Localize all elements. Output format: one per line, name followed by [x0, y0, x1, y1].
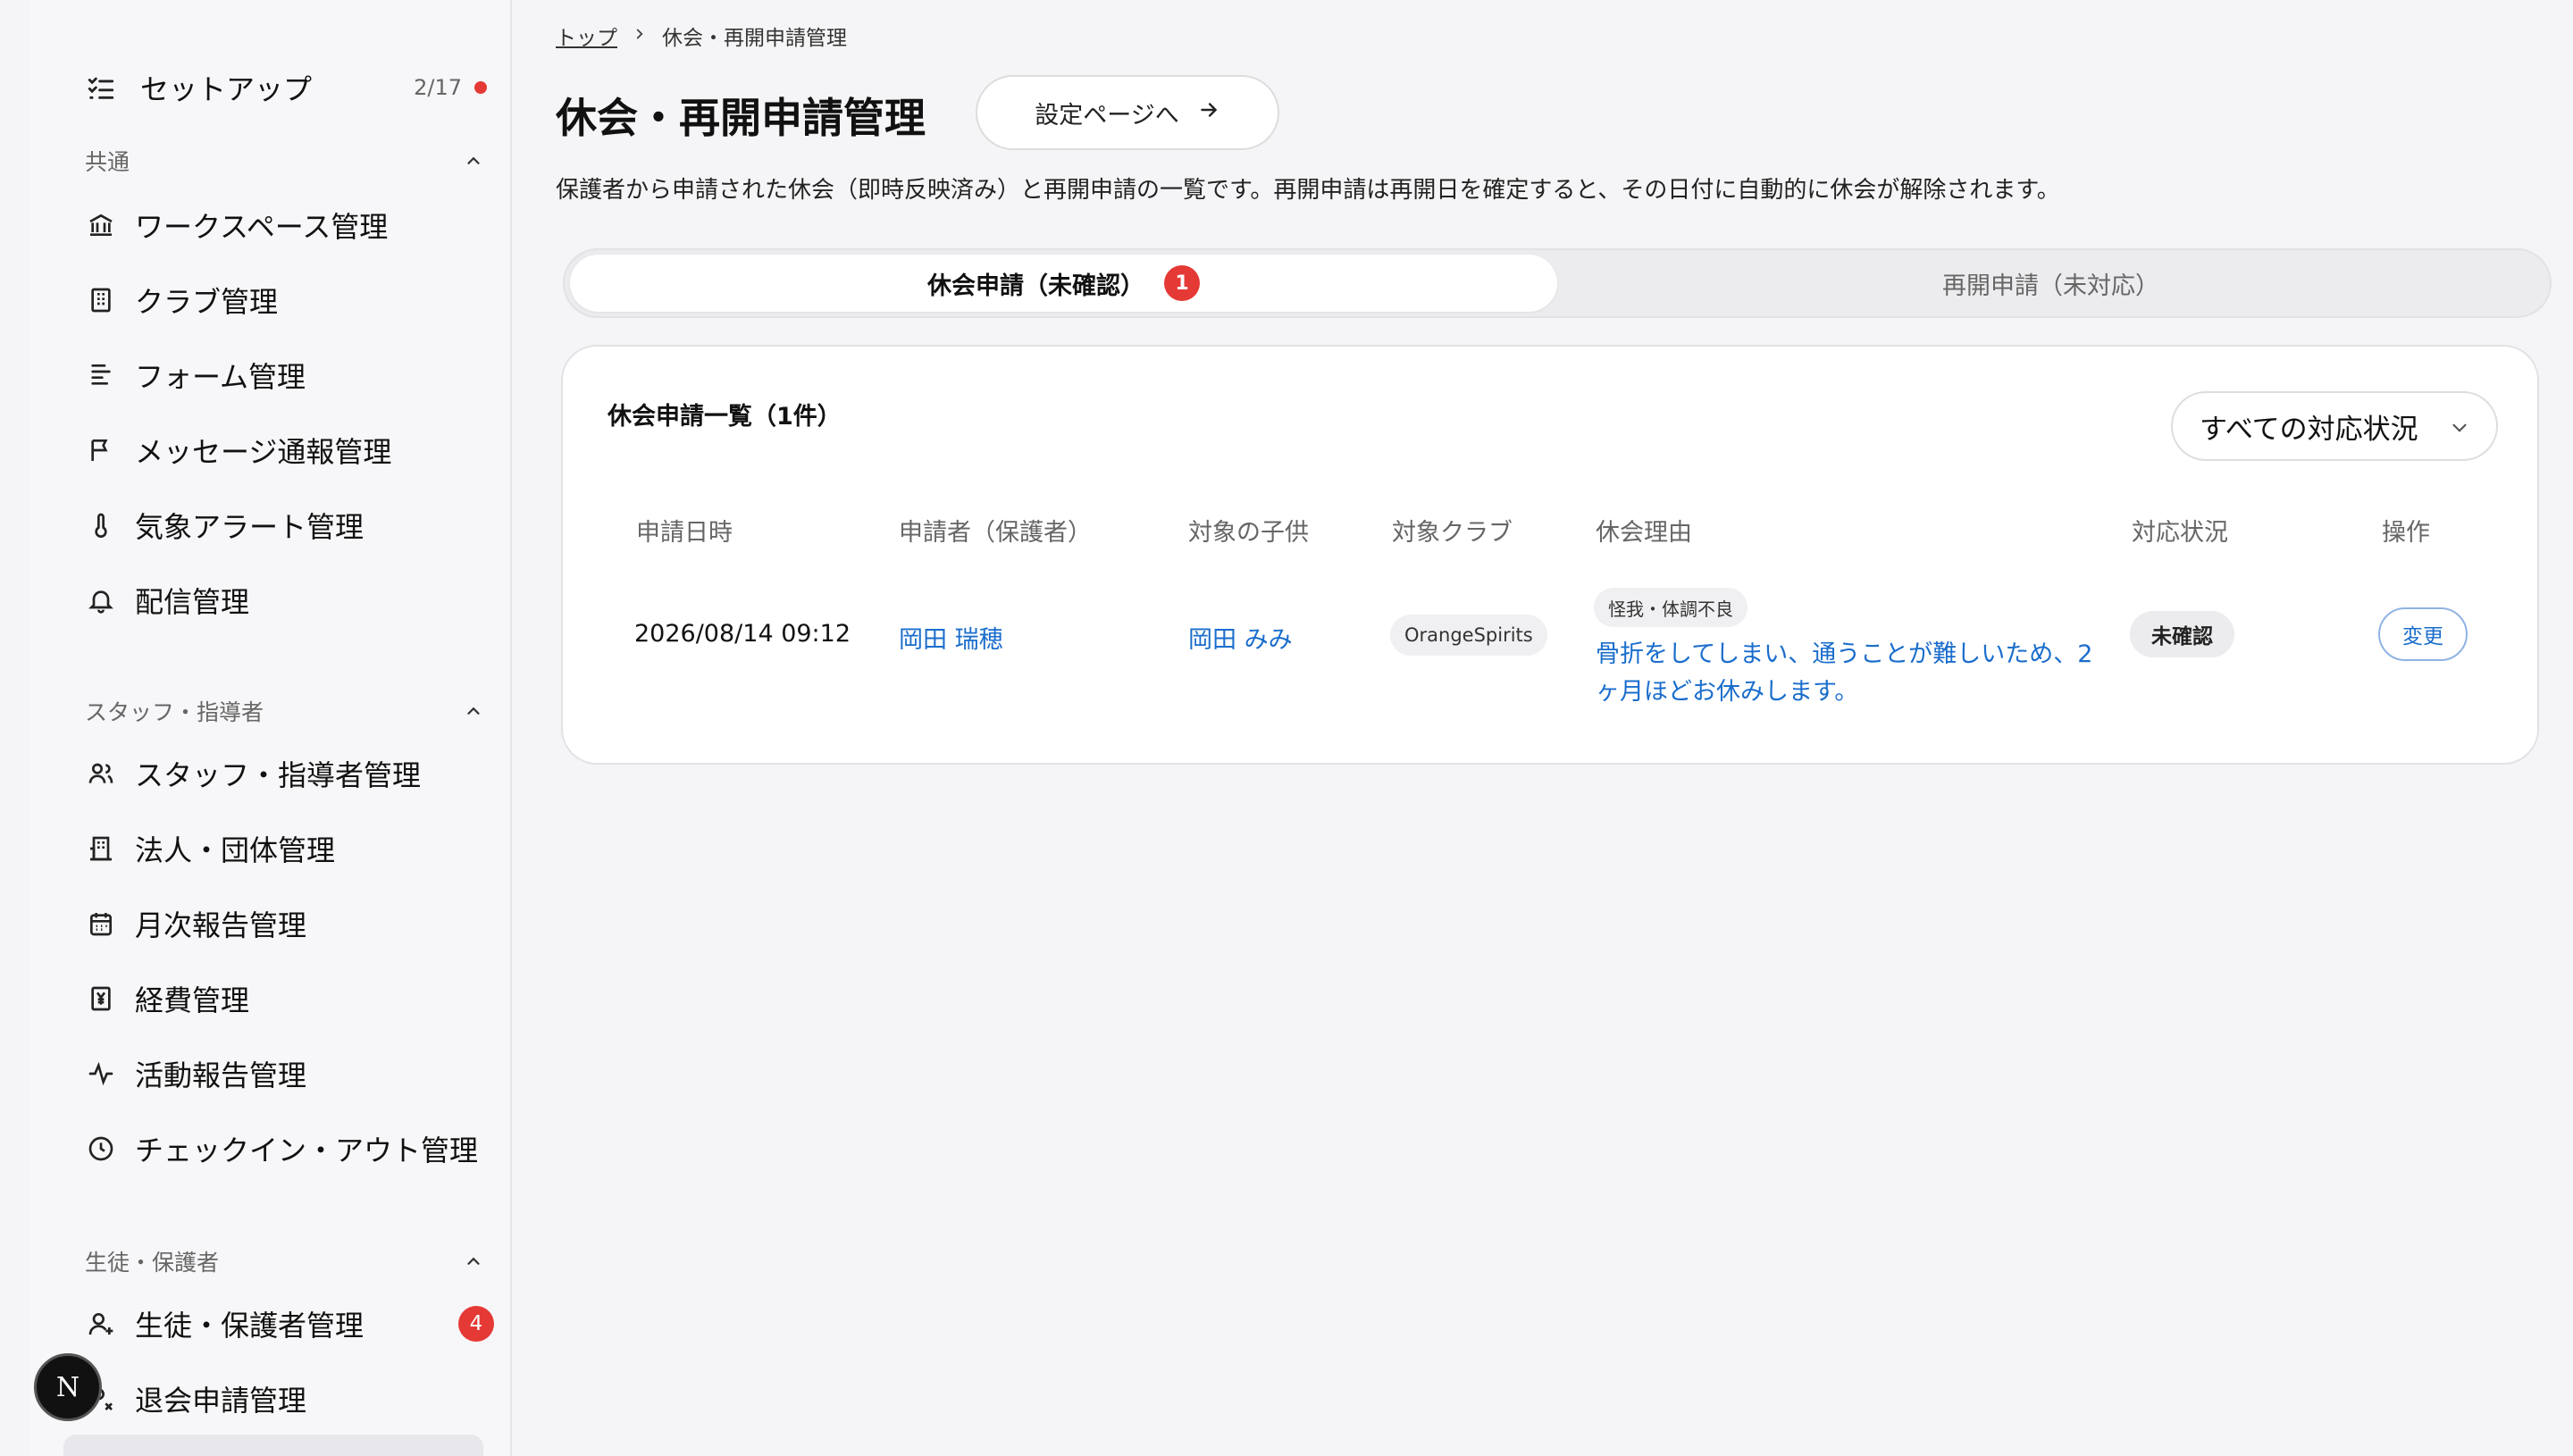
- section-header-common[interactable]: 共通: [85, 143, 487, 179]
- section-title: 共通: [85, 149, 130, 175]
- sidebar-item-monthly-report[interactable]: 月次報告管理: [83, 897, 503, 950]
- settings-button-label: 設定ページへ: [1035, 101, 1179, 130]
- sidebar-item-message-report[interactable]: メッセージ通報管理: [83, 423, 503, 477]
- suspension-list-card: 休会申請一覧（1件） すべての対応状況 申請日時 申請者（保護者） 対象の子供 …: [561, 345, 2539, 765]
- sidebar-active-item[interactable]: [63, 1435, 483, 1456]
- sidebar-item-label: 経費管理: [135, 983, 250, 1017]
- change-button[interactable]: 変更: [2378, 607, 2468, 661]
- section-title: 生徒・保護者: [85, 1250, 220, 1276]
- sidebar-item-delivery[interactable]: 配信管理: [83, 573, 503, 627]
- sidebar-item-label: 退会申請管理: [135, 1384, 307, 1418]
- chevron-right-icon: [632, 24, 648, 47]
- tab-suspension-requests[interactable]: 休会申請（未確認） 1: [570, 255, 1557, 312]
- sidebar-item-workspace[interactable]: ワークスペース管理: [83, 198, 503, 252]
- chevron-up-icon[interactable]: [460, 147, 487, 174]
- tab-resume-requests[interactable]: 再開申請（未対応）: [1557, 255, 2544, 312]
- breadcrumb: トップ 休会・再開申請管理: [556, 20, 847, 52]
- column-header: 休会理由: [1596, 519, 1692, 547]
- column-header: 対象クラブ: [1392, 519, 1513, 547]
- sidebar-item-label: 生徒・保護者管理: [135, 1309, 365, 1343]
- sidebar-item-withdrawal[interactable]: 退会申請管理: [83, 1372, 503, 1426]
- sidebar-item-staff[interactable]: スタッフ・指導者管理: [83, 747, 503, 800]
- request-date: 2026/08/14 09:12: [634, 620, 851, 648]
- checklist-icon: [83, 70, 119, 105]
- sidebar-item-label: 法人・団体管理: [135, 833, 336, 867]
- sidebar-item-label: クラブ管理: [135, 285, 279, 319]
- office-icon: [83, 831, 119, 866]
- sidebar-item-label: 活動報告管理: [135, 1059, 307, 1092]
- sidebar-item-label: 気象アラート管理: [135, 510, 365, 544]
- chevron-up-icon[interactable]: [460, 698, 487, 724]
- sidebar-item-label: チェックイン・アウト管理: [135, 1134, 479, 1167]
- arrow-right-icon: [1197, 98, 1220, 128]
- column-header: 操作: [2382, 519, 2430, 547]
- column-header: 対応状況: [2132, 519, 2228, 547]
- sidebar: セットアップ 2/17 共通 ワークスペース管理 クラブ管理 フォーム管理 メッ…: [29, 0, 512, 1456]
- sidebar-item-weather-alert[interactable]: 気象アラート管理: [83, 498, 503, 552]
- activity-icon: [83, 1056, 119, 1092]
- sidebar-item-activity-report[interactable]: 活動報告管理: [83, 1047, 503, 1100]
- sidebar-item-label: ワークスペース管理: [135, 210, 389, 244]
- bell-icon: [83, 582, 119, 618]
- flag-icon: [83, 432, 119, 468]
- tab-label: 休会申請（未確認）: [927, 272, 1144, 300]
- notification-badge: 4: [458, 1306, 494, 1342]
- list-title: 休会申請一覧（1件）: [608, 403, 842, 431]
- sidebar-item-label: スタッフ・指導者管理: [135, 758, 422, 792]
- sidebar-item-label: メッセージ通報管理: [135, 435, 392, 469]
- section-title: スタッフ・指導者: [85, 699, 264, 725]
- column-header: 対象の子供: [1188, 519, 1309, 547]
- thermometer-icon: [83, 507, 119, 543]
- section-header-students[interactable]: 生徒・保護者: [85, 1243, 487, 1279]
- section-header-staff[interactable]: スタッフ・指導者: [85, 693, 487, 729]
- calendar-icon: [83, 906, 119, 941]
- tab-label: 再開申請（未対応）: [1942, 272, 2159, 300]
- sidebar-item-label: 月次報告管理: [135, 908, 307, 942]
- user-plus-icon: [83, 1306, 119, 1342]
- column-header: 申請者（保護者）: [899, 519, 1092, 547]
- sidebar-item-checkin[interactable]: チェックイン・アウト管理: [83, 1122, 503, 1176]
- sidebar-item-label: フォーム管理: [135, 360, 306, 394]
- breadcrumb-home-link[interactable]: トップ: [556, 21, 617, 51]
- child-link[interactable]: 岡田 みみ: [1188, 620, 1293, 655]
- settings-page-button[interactable]: 設定ページへ: [976, 75, 1279, 150]
- request-tabs: 休会申請（未確認） 1 再開申請（未対応）: [563, 248, 2552, 318]
- reason-text-link[interactable]: 骨折をしてしまい、通うことが難しいため、2ヶ月ほどお休みします。: [1596, 636, 2096, 711]
- sidebar-setup[interactable]: セットアップ 2/17: [83, 63, 494, 113]
- tab-count-badge: 1: [1164, 265, 1200, 301]
- building-icon: [83, 282, 119, 318]
- table-row: 2026/08/14 09:12 岡田 瑞穂 岡田 みみ OrangeSpiri…: [563, 570, 2537, 713]
- column-header: 申請日時: [636, 519, 733, 547]
- status-badge: 未確認: [2130, 611, 2234, 657]
- page-title: 休会・再開申請管理: [556, 94, 926, 142]
- reason-category-tag: 怪我・体調不良: [1594, 588, 1747, 627]
- sidebar-item-form[interactable]: フォーム管理: [83, 348, 503, 402]
- form-icon: [83, 357, 119, 393]
- club-badge: OrangeSpirits: [1390, 615, 1547, 656]
- users-icon: [83, 756, 119, 791]
- sidebar-item-club[interactable]: クラブ管理: [83, 273, 503, 327]
- page-description: 保護者から申請された休会（即時反映済み）と再開申請の一覧です。再開申請は再開日を…: [556, 177, 2060, 204]
- chevron-down-icon: [2448, 414, 2471, 447]
- yen-receipt-icon: [83, 981, 119, 1017]
- applicant-link[interactable]: 岡田 瑞穂: [899, 620, 1003, 655]
- sidebar-setup-label: セットアップ: [140, 72, 313, 106]
- status-filter-select[interactable]: すべての対応状況: [2171, 391, 2498, 461]
- status-filter-value: すべての対応状況: [2200, 413, 2418, 446]
- sidebar-item-students[interactable]: 生徒・保護者管理 4: [83, 1297, 503, 1351]
- bank-icon: [83, 207, 119, 243]
- chevron-up-icon[interactable]: [460, 1248, 487, 1275]
- sidebar-item-expense[interactable]: 経費管理: [83, 972, 503, 1025]
- setup-progress-count: 2/17: [414, 75, 462, 100]
- breadcrumb-current: 休会・再開申請管理: [662, 27, 847, 50]
- sidebar-item-corporation[interactable]: 法人・団体管理: [83, 822, 503, 875]
- dev-tools-button[interactable]: N: [34, 1353, 102, 1421]
- clock-icon: [83, 1131, 119, 1167]
- sidebar-item-label: 配信管理: [135, 585, 250, 619]
- setup-alert-dot: [474, 81, 487, 94]
